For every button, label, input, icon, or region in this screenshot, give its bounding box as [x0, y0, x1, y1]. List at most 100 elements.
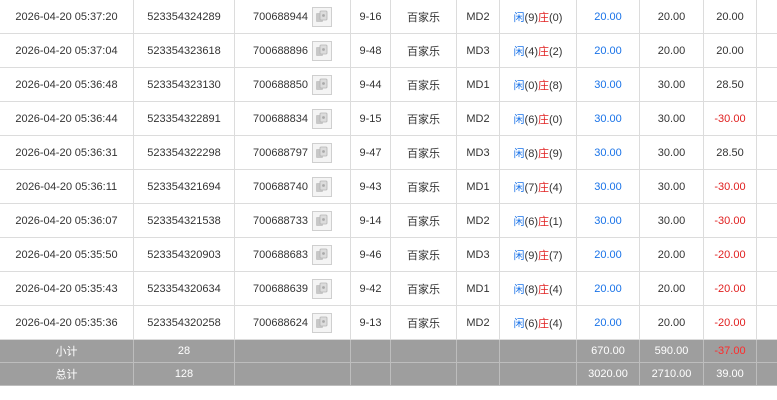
game-type: 百家乐	[390, 33, 457, 68]
banker-value: (4)	[549, 181, 563, 194]
game-result: 闲(8)庄(9)	[499, 135, 577, 170]
bet-amount: 20.00	[576, 0, 640, 34]
player-label: 闲	[513, 249, 525, 262]
total-valid: 2710.00	[639, 362, 704, 386]
table-row: 2026-04-20 05:36:31 523354322298 7006887…	[0, 135, 777, 170]
player-value: (4)	[524, 45, 538, 58]
player-label: 闲	[513, 181, 525, 194]
game-result: 闲(0)庄(8)	[499, 67, 577, 102]
valid-bet: 20.00	[639, 271, 704, 306]
banker-label: 庄	[538, 215, 549, 228]
valid-bet: 30.00	[639, 101, 704, 136]
game-type: 百家乐	[390, 0, 457, 34]
player-value: (6)	[524, 113, 538, 126]
banker-label: 庄	[538, 11, 549, 24]
card-image-icon[interactable]	[312, 108, 333, 129]
valid-bet: 20.00	[639, 305, 704, 340]
game-result: 闲(6)庄(0)	[499, 101, 577, 136]
banker-value: (1)	[549, 215, 563, 228]
table-row: 2026-04-20 05:36:48 523354323130 7006888…	[0, 67, 777, 102]
banker-value: (0)	[549, 113, 563, 126]
bet-time: 2026-04-20 05:36:48	[0, 67, 134, 102]
round-id: 700688733	[252, 214, 309, 227]
bet-id: 523354320903	[133, 237, 235, 272]
banker-label: 庄	[538, 249, 549, 262]
player-value: (6)	[524, 215, 538, 228]
room-code: MD3	[456, 33, 500, 68]
game-type: 百家乐	[390, 101, 457, 136]
player-label: 闲	[513, 283, 525, 296]
card-image-icon[interactable]	[312, 142, 333, 163]
player-value: (6)	[524, 317, 538, 330]
subtotal-valid: 590.00	[639, 339, 704, 363]
win-loss: 28.50	[703, 135, 757, 170]
valid-bet: 30.00	[639, 67, 704, 102]
player-value: (7)	[524, 181, 538, 194]
card-image-icon[interactable]	[312, 244, 333, 265]
card-image-icon[interactable]	[312, 6, 333, 27]
round-cell: 700688733	[234, 203, 351, 238]
card-image-icon[interactable]	[312, 312, 333, 333]
bet-amount: 30.00	[576, 169, 640, 204]
round-cell: 700688639	[234, 271, 351, 306]
game-result: 闲(6)庄(1)	[499, 203, 577, 238]
bet-time: 2026-04-20 05:37:04	[0, 33, 134, 68]
table-no: 9-16	[350, 0, 391, 34]
bet-amount: 30.00	[576, 203, 640, 238]
round-cell: 700688797	[234, 135, 351, 170]
round-cell: 700688683	[234, 237, 351, 272]
player-value: (0)	[524, 79, 538, 92]
room-code: MD2	[456, 0, 500, 34]
table-no: 9-43	[350, 169, 391, 204]
bet-id: 523354322298	[133, 135, 235, 170]
win-loss: -30.00	[703, 101, 757, 136]
player-label: 闲	[513, 113, 525, 126]
bet-id: 523354324289	[133, 0, 235, 34]
table-no: 9-46	[350, 237, 391, 272]
player-value: (9)	[524, 249, 538, 262]
card-image-icon[interactable]	[312, 210, 333, 231]
player-label: 闲	[513, 215, 525, 228]
bet-amount: 30.00	[576, 101, 640, 136]
valid-bet: 30.00	[639, 169, 704, 204]
player-label: 闲	[513, 45, 525, 58]
table-row: 2026-04-20 05:37:04 523354323618 7006888…	[0, 33, 777, 68]
valid-bet: 20.00	[639, 33, 704, 68]
card-image-icon[interactable]	[312, 278, 333, 299]
win-loss: -30.00	[703, 169, 757, 204]
total-bet: 3020.00	[576, 362, 640, 386]
game-type: 百家乐	[390, 237, 457, 272]
game-result: 闲(4)庄(2)	[499, 33, 577, 68]
card-image-icon[interactable]	[312, 176, 333, 197]
subtotal-label: 小计	[0, 339, 134, 363]
bet-id: 523354323130	[133, 67, 235, 102]
table-no: 9-13	[350, 305, 391, 340]
round-id: 700688797	[252, 146, 309, 159]
card-image-icon[interactable]	[312, 74, 333, 95]
bet-id: 523354321694	[133, 169, 235, 204]
game-type: 百家乐	[390, 305, 457, 340]
round-cell: 700688896	[234, 33, 351, 68]
bet-amount: 20.00	[576, 271, 640, 306]
table-row: 2026-04-20 05:35:50 523354320903 7006886…	[0, 237, 777, 272]
bet-amount: 20.00	[576, 305, 640, 340]
card-image-icon[interactable]	[312, 40, 333, 61]
bet-records-table: 2026-04-20 05:37:20 523354324289 7006889…	[0, 0, 777, 386]
banker-value: (2)	[549, 45, 563, 58]
table-no: 9-14	[350, 203, 391, 238]
bet-time: 2026-04-20 05:37:20	[0, 0, 134, 34]
valid-bet: 30.00	[639, 135, 704, 170]
game-result: 闲(7)庄(4)	[499, 169, 577, 204]
game-type: 百家乐	[390, 135, 457, 170]
game-type: 百家乐	[390, 203, 457, 238]
room-code: MD1	[456, 67, 500, 102]
table-no: 9-42	[350, 271, 391, 306]
banker-value: (7)	[549, 249, 563, 262]
room-code: MD2	[456, 305, 500, 340]
bet-amount: 30.00	[576, 67, 640, 102]
room-code: MD3	[456, 237, 500, 272]
banker-label: 庄	[538, 181, 549, 194]
bet-id: 523354323618	[133, 33, 235, 68]
room-code: MD1	[456, 169, 500, 204]
total-count: 128	[133, 362, 235, 386]
